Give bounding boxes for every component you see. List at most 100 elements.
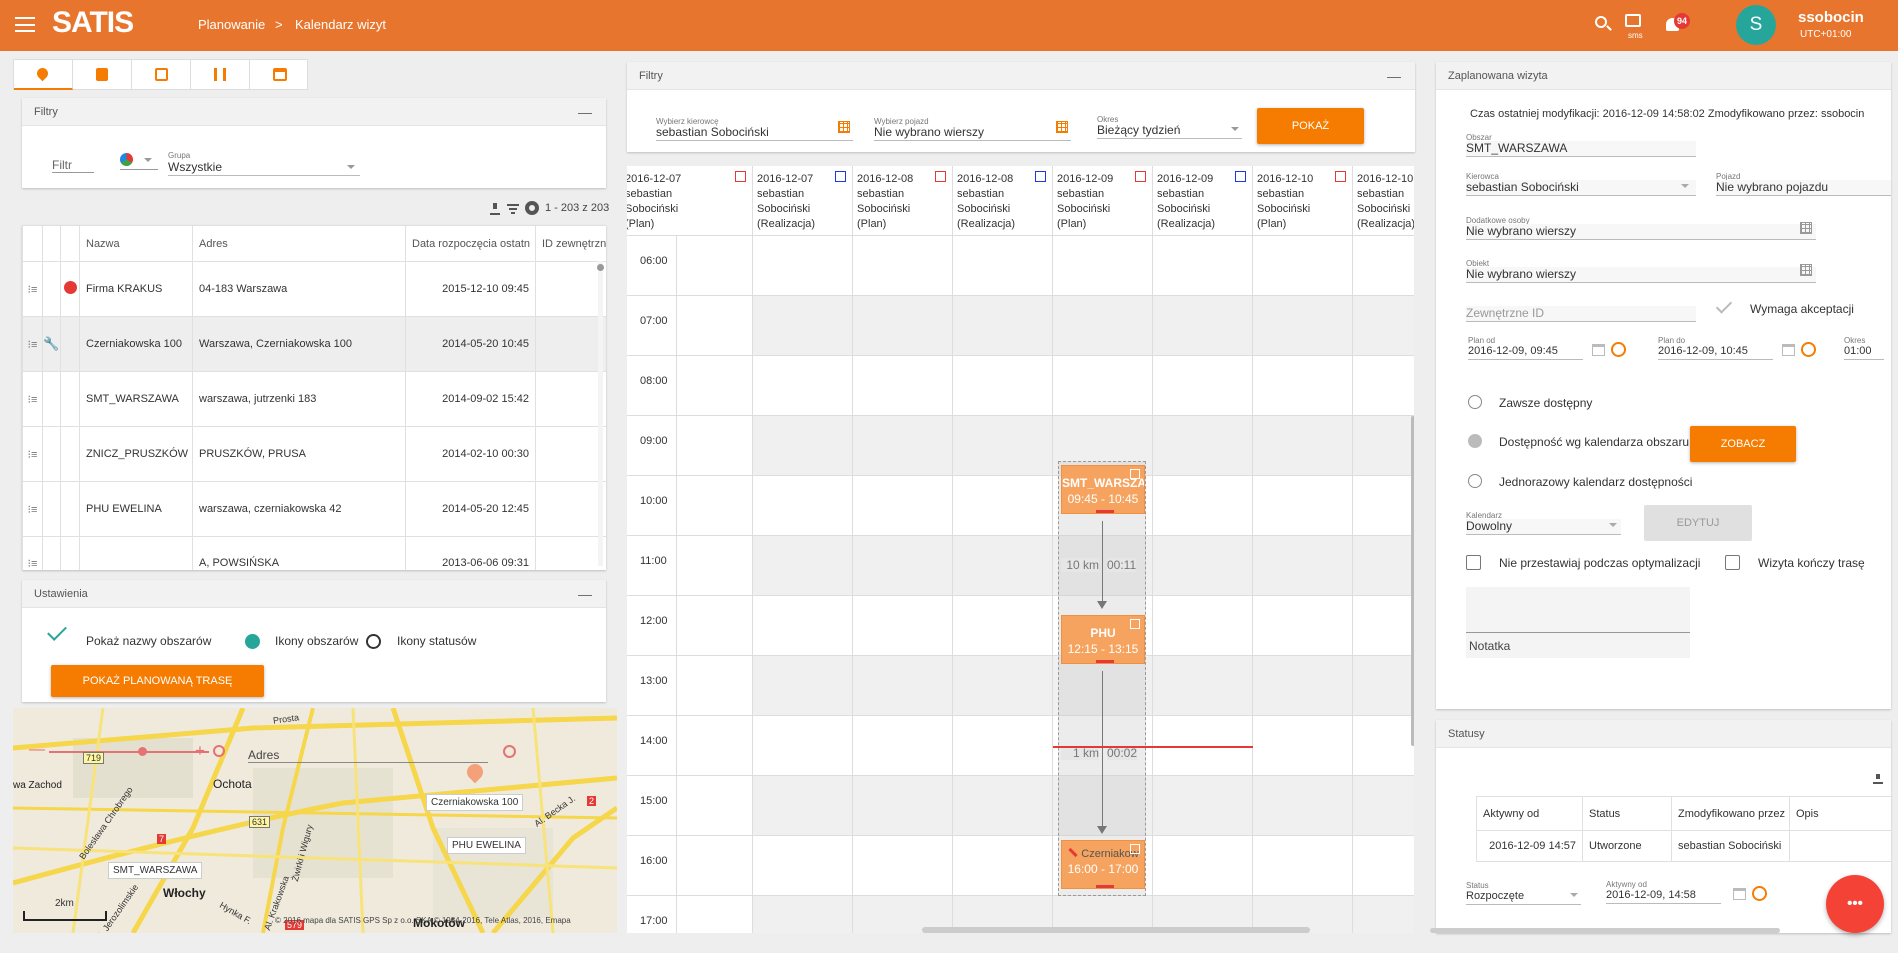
grid-picker-icon[interactable]: [1056, 121, 1068, 133]
show-planned-route-button[interactable]: POKAŻ PLANOWANĄ TRASĘ: [51, 665, 264, 697]
day-select-checkbox[interactable]: [1235, 171, 1246, 182]
one-time-calendar-radio[interactable]: [1468, 474, 1482, 488]
table-row[interactable]: ⁝≡ A, POWSIŃSKA 2013-06-06 09:31: [22, 536, 606, 570]
driver-select[interactable]: sebastian Sobociński: [656, 125, 853, 141]
calendar-cell[interactable]: [953, 296, 1053, 356]
calendar-select[interactable]: Dowolny: [1466, 519, 1621, 535]
calendar-cell[interactable]: [1353, 716, 1414, 776]
day-select-checkbox[interactable]: [735, 171, 746, 182]
download-icon[interactable]: [1873, 774, 1883, 784]
calendar-cell[interactable]: [1253, 476, 1353, 536]
day-select-checkbox[interactable]: [935, 171, 946, 182]
minimize-icon[interactable]: —: [1387, 62, 1401, 90]
calendar-cell[interactable]: [753, 836, 853, 896]
drag-handle-icon[interactable]: ⁝≡: [22, 426, 43, 482]
object-select[interactable]: Nie wybrano wierszy: [1466, 267, 1816, 283]
table-row[interactable]: ⁝≡ ZNICZ_PRUSZKÓW PRUSZKÓW, PRUSA 2014-0…: [22, 426, 606, 482]
calendar-cell[interactable]: [1253, 776, 1353, 836]
sms-icon[interactable]: [1625, 14, 1641, 27]
plan-to-field[interactable]: 2016-12-09, 10:45: [1658, 344, 1773, 360]
calendar-cell[interactable]: [1353, 296, 1414, 356]
col-description[interactable]: Opis: [1789, 796, 1891, 831]
search-icon[interactable]: [1595, 16, 1612, 31]
vehicle-select[interactable]: Nie wybrano pojazdu: [1716, 180, 1891, 196]
locate-icon[interactable]: [213, 745, 225, 757]
calendar-cell[interactable]: [1053, 356, 1153, 416]
drag-handle-icon[interactable]: ⁝≡: [22, 536, 43, 570]
menu-icon[interactable]: [15, 17, 35, 32]
calendar-cell[interactable]: [953, 836, 1053, 896]
day-select-checkbox[interactable]: [1035, 171, 1046, 182]
col-status[interactable]: Status: [1582, 796, 1672, 831]
calendar-cell[interactable]: [1353, 416, 1414, 476]
drag-handle-icon[interactable]: ⁝≡: [22, 371, 43, 427]
calendar-cell[interactable]: [853, 296, 953, 356]
calendar-cell[interactable]: [1253, 296, 1353, 356]
calendar-cell[interactable]: [1353, 836, 1414, 896]
calendar-cell[interactable]: [953, 236, 1053, 296]
day-column-header[interactable]: 2016-12-08 sebastian Sobociński (Plan): [853, 166, 953, 236]
edit-button[interactable]: EDYTUJ: [1644, 505, 1752, 541]
clock-icon[interactable]: [1801, 342, 1816, 357]
day-select-checkbox[interactable]: [1135, 171, 1146, 182]
show-button[interactable]: POKAŻ: [1257, 108, 1364, 144]
calendar-cell[interactable]: [853, 356, 953, 416]
plan-from-field[interactable]: 2016-12-09, 09:45: [1468, 344, 1583, 360]
map-search-icon[interactable]: [503, 745, 516, 758]
ends-route-checkbox[interactable]: [1725, 555, 1740, 570]
avatar[interactable]: S: [1736, 5, 1776, 45]
clock-icon[interactable]: [1752, 886, 1767, 901]
calendar-icon[interactable]: [1592, 344, 1605, 356]
calendar-cell[interactable]: [1253, 356, 1353, 416]
col-last-start[interactable]: Data rozpoczęcia ostatn: [405, 225, 536, 262]
map[interactable]: — + Adres Ochota Włochy Mokotów Czerniak…: [13, 708, 617, 933]
calendar-cell[interactable]: [1153, 836, 1253, 896]
tab-calendar[interactable]: [132, 60, 191, 90]
vertical-scrollbar[interactable]: [1411, 416, 1414, 746]
calendar-cell[interactable]: [853, 776, 953, 836]
period-select[interactable]: Bieżący tydzień: [1097, 123, 1242, 139]
calendar-cell[interactable]: [1353, 236, 1414, 296]
active-from-field[interactable]: 2016-12-09, 14:58: [1606, 888, 1721, 904]
table-row[interactable]: ⁝≡ PHU EWELINA warszawa, czerniakowska 4…: [22, 481, 606, 537]
calendar-cell[interactable]: [753, 296, 853, 356]
tab-map[interactable]: [14, 60, 73, 90]
day-column-header[interactable]: 2016-12-10 sebastian Sobociński (Plan): [1253, 166, 1353, 236]
zoom-slider[interactable]: [49, 747, 209, 756]
map-marker-label[interactable]: SMT_WARSZAWA: [108, 862, 203, 879]
checkmark-icon[interactable]: [1715, 297, 1733, 314]
day-column-header[interactable]: 2016-12-10 sebastian Sobociński (Realizacj…: [1353, 166, 1414, 236]
no-move-checkbox[interactable]: [1466, 555, 1481, 570]
table-row[interactable]: ⁝≡ SMT_WARSZAWA warszawa, jutrzenki 183 …: [22, 371, 606, 427]
filter-list-icon[interactable]: [507, 204, 519, 214]
calendar-cell[interactable]: [953, 356, 1053, 416]
vertical-scrollbar[interactable]: [597, 261, 604, 566]
status-icons-radio[interactable]: [366, 634, 381, 649]
calendar-cell[interactable]: [1353, 476, 1414, 536]
calendar-cell[interactable]: [1153, 236, 1253, 296]
calendar-cell[interactable]: [1353, 656, 1414, 716]
breadcrumb-planowanie[interactable]: Planowanie: [198, 17, 265, 32]
table-row[interactable]: ⁝≡ Firma KRAKUS 04-183 Warszawa 2015-12-…: [22, 261, 606, 317]
calendar-cell[interactable]: [1153, 476, 1253, 536]
calendar-cell[interactable]: [1353, 536, 1414, 596]
calendar-cell[interactable]: [753, 656, 853, 716]
day-select-checkbox[interactable]: [1335, 171, 1346, 182]
gear-icon[interactable]: [525, 201, 539, 215]
driver-select[interactable]: sebastian Sobociński: [1466, 180, 1696, 196]
col-external-id[interactable]: ID zewnętrzne: [535, 225, 606, 262]
visit-checkbox[interactable]: [1130, 469, 1140, 479]
tab-contacts[interactable]: [73, 60, 132, 90]
note-textarea[interactable]: Notatka: [1466, 587, 1690, 658]
calendar-cell[interactable]: [1153, 656, 1253, 716]
visit-block[interactable]: SMT_WARSZA 09:45 - 10:45: [1061, 465, 1145, 514]
calendar-cell[interactable]: [953, 536, 1053, 596]
calendar-cell[interactable]: [853, 536, 953, 596]
day-select-checkbox[interactable]: [835, 171, 846, 182]
map-address-search[interactable]: Adres: [248, 748, 488, 763]
calendar-cell[interactable]: [1253, 236, 1353, 296]
area-field[interactable]: SMT_WARSZAWA: [1466, 141, 1696, 157]
logo[interactable]: SATIS: [52, 6, 134, 40]
more-actions-fab[interactable]: •••: [1826, 875, 1884, 933]
calendar-cell[interactable]: [953, 716, 1053, 776]
